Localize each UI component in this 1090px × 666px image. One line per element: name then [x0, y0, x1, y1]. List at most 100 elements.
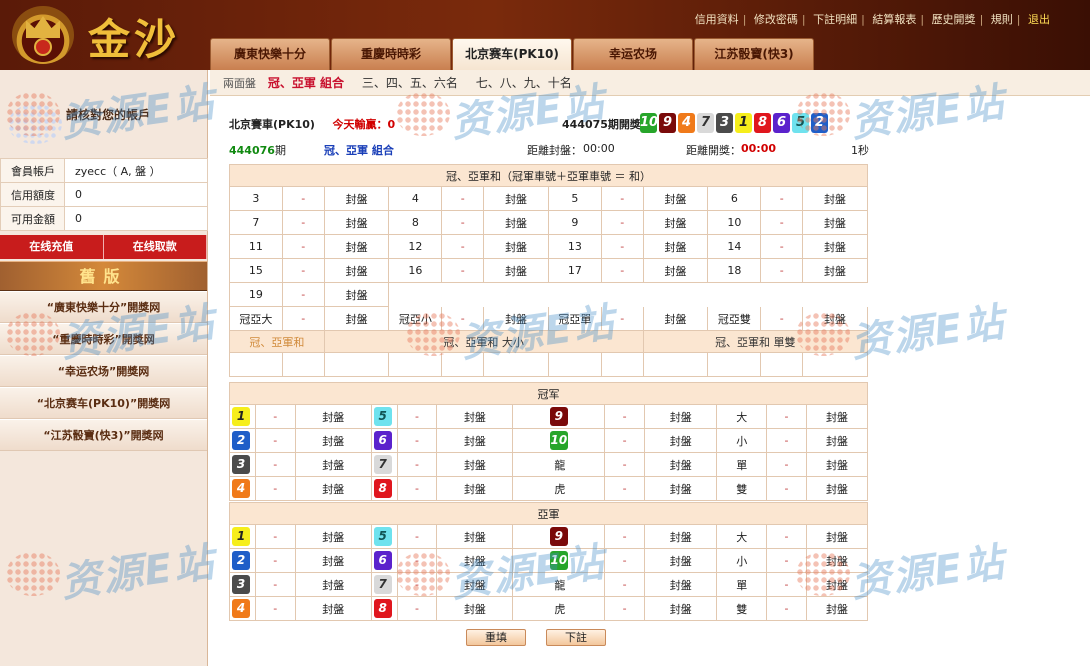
odds-cell: - — [281, 282, 325, 307]
status-cell[interactable]: 封盤 — [642, 306, 709, 331]
empty-cell — [642, 352, 709, 377]
menu-history[interactable]: 歷史開獎 — [932, 13, 976, 26]
status-cell[interactable]: 封盤 — [644, 596, 718, 621]
tab-guangdong[interactable]: 廣東快樂十分 — [210, 38, 330, 70]
status-cell[interactable]: 封盤 — [294, 404, 372, 429]
recharge-button[interactable]: 在线充值 — [0, 235, 104, 259]
status-cell[interactable]: 封盤 — [642, 186, 709, 211]
status-cell[interactable]: 封盤 — [802, 234, 868, 259]
status-cell[interactable]: 封盤 — [802, 186, 868, 211]
sum-subtab[interactable]: 冠、亞軍和 大小 — [323, 330, 644, 353]
sidebar-link-jiangsu[interactable]: “江苏骰寶(快3)”開獎网 — [0, 419, 207, 451]
withdraw-button[interactable]: 在线取款 — [103, 235, 207, 259]
status-cell[interactable]: 封盤 — [644, 548, 718, 573]
status-cell[interactable]: 封盤 — [805, 572, 869, 597]
status-cell[interactable]: 封盤 — [805, 548, 869, 573]
status-cell[interactable]: 封盤 — [644, 452, 718, 477]
status-cell[interactable]: 封盤 — [294, 572, 372, 597]
status-cell[interactable]: 封盤 — [436, 428, 514, 453]
tab-pk10[interactable]: 北京赛车(PK10) — [452, 38, 572, 70]
brand-title: 金沙 — [88, 15, 181, 64]
sum-subtab[interactable]: 冠、亞軍和 單雙 — [642, 330, 869, 353]
status-cell[interactable]: 封盤 — [436, 476, 514, 501]
status-cell[interactable]: 封盤 — [642, 258, 709, 283]
status-cell[interactable]: 封盤 — [323, 306, 390, 331]
tab-lucky-farm[interactable]: 幸运农场 — [573, 38, 693, 70]
status-cell[interactable]: 封盤 — [323, 282, 390, 307]
status-cell[interactable]: 封盤 — [294, 524, 372, 549]
menu-logout[interactable]: 退出 — [1028, 13, 1050, 26]
menu-bet-details[interactable]: 下註明細 — [813, 13, 857, 26]
subnav-champion-combo[interactable]: 冠、亞軍 組合 — [268, 76, 344, 90]
sum-subtab[interactable]: 冠、亞軍和 — [229, 330, 325, 353]
status-cell[interactable]: 封盤 — [323, 258, 390, 283]
status-cell[interactable]: 封盤 — [483, 186, 549, 211]
status-cell[interactable]: 封盤 — [323, 210, 390, 235]
status-cell[interactable]: 封盤 — [805, 452, 869, 477]
status-cell[interactable]: 封盤 — [644, 404, 718, 429]
menu-settlement[interactable]: 結算報表 — [872, 13, 916, 26]
status-cell[interactable]: 封盤 — [642, 210, 709, 235]
bet-cell: 3 — [229, 452, 256, 477]
odds-cell: - — [396, 548, 438, 573]
watermark: 资源E站 — [848, 299, 1009, 367]
sidebar-link-pk10[interactable]: “北京赛车(PK10)”開獎网 — [0, 387, 207, 419]
status-cell[interactable]: 封盤 — [802, 210, 868, 235]
refresh-timer[interactable]: 1秒 — [851, 142, 869, 158]
status-cell[interactable]: 封盤 — [323, 234, 390, 259]
status-cell[interactable]: 封盤 — [436, 572, 514, 597]
tab-chongqing[interactable]: 重慶時時彩 — [331, 38, 451, 70]
number-ball-9: 9 — [549, 407, 568, 426]
status-cell[interactable]: 封盤 — [294, 596, 372, 621]
sum-number: 15 — [229, 258, 283, 283]
status-cell[interactable]: 封盤 — [483, 210, 549, 235]
subnav-7to10[interactable]: 七、八、九、十名 — [476, 76, 572, 90]
status-cell[interactable]: 封盤 — [483, 258, 549, 283]
sidebar-link-lucky-farm[interactable]: “幸运农场”開獎网 — [0, 355, 207, 387]
status-cell[interactable]: 封盤 — [805, 524, 869, 549]
sum-number: 18 — [707, 258, 762, 283]
big-small-cell: 大 — [716, 404, 768, 429]
status-cell[interactable]: 封盤 — [805, 404, 869, 429]
status-cell[interactable]: 封盤 — [436, 524, 514, 549]
subnav-two-sides[interactable]: 兩面盤 — [223, 77, 256, 90]
status-cell[interactable]: 封盤 — [644, 524, 718, 549]
status-cell[interactable]: 封盤 — [294, 428, 372, 453]
status-cell[interactable]: 封盤 — [323, 186, 390, 211]
bet-cell: 5 — [370, 404, 398, 429]
status-cell[interactable]: 封盤 — [644, 428, 718, 453]
sidebar-link-chongqing[interactable]: “重慶時時彩”開獎网 — [0, 323, 207, 355]
status-cell[interactable]: 封盤 — [294, 476, 372, 501]
subnav-3to6[interactable]: 三、四、五、六名 — [362, 76, 458, 90]
status-cell[interactable]: 封盤 — [483, 234, 549, 259]
odds-cell: - — [760, 234, 804, 259]
menu-credit-info[interactable]: 信用資料 — [695, 13, 739, 26]
old-version-button[interactable]: 舊版 — [0, 261, 207, 291]
odds-cell: - — [281, 210, 325, 235]
status-cell[interactable]: 封盤 — [805, 596, 869, 621]
status-cell[interactable]: 封盤 — [294, 452, 372, 477]
status-cell[interactable]: 封盤 — [644, 572, 718, 597]
status-cell[interactable]: 封盤 — [644, 476, 718, 501]
reset-button[interactable]: 重填 — [466, 629, 526, 646]
status-cell[interactable]: 封盤 — [642, 234, 709, 259]
status-cell[interactable]: 封盤 — [483, 306, 549, 331]
sum-number: 17 — [547, 258, 602, 283]
odds-cell: - — [766, 404, 807, 429]
odds-cell: - — [760, 210, 804, 235]
menu-rules[interactable]: 規則 — [991, 13, 1013, 26]
status-cell[interactable]: 封盤 — [294, 548, 372, 573]
menu-change-password[interactable]: 修改密碼 — [754, 13, 798, 26]
status-cell[interactable]: 封盤 — [802, 258, 868, 283]
submit-button[interactable]: 下註 — [546, 629, 606, 646]
status-cell[interactable]: 封盤 — [436, 452, 514, 477]
status-cell[interactable]: 封盤 — [802, 306, 868, 331]
status-cell[interactable]: 封盤 — [805, 428, 869, 453]
tab-jiangsu[interactable]: 江苏骰寶(快3) — [694, 38, 814, 70]
status-cell[interactable]: 封盤 — [436, 548, 514, 573]
odds-cell: - — [760, 306, 804, 331]
status-cell[interactable]: 封盤 — [436, 404, 514, 429]
status-cell[interactable]: 封盤 — [805, 476, 869, 501]
sidebar-link-guangdong[interactable]: “廣東快樂十分”開獎网 — [0, 291, 207, 323]
status-cell[interactable]: 封盤 — [436, 596, 514, 621]
